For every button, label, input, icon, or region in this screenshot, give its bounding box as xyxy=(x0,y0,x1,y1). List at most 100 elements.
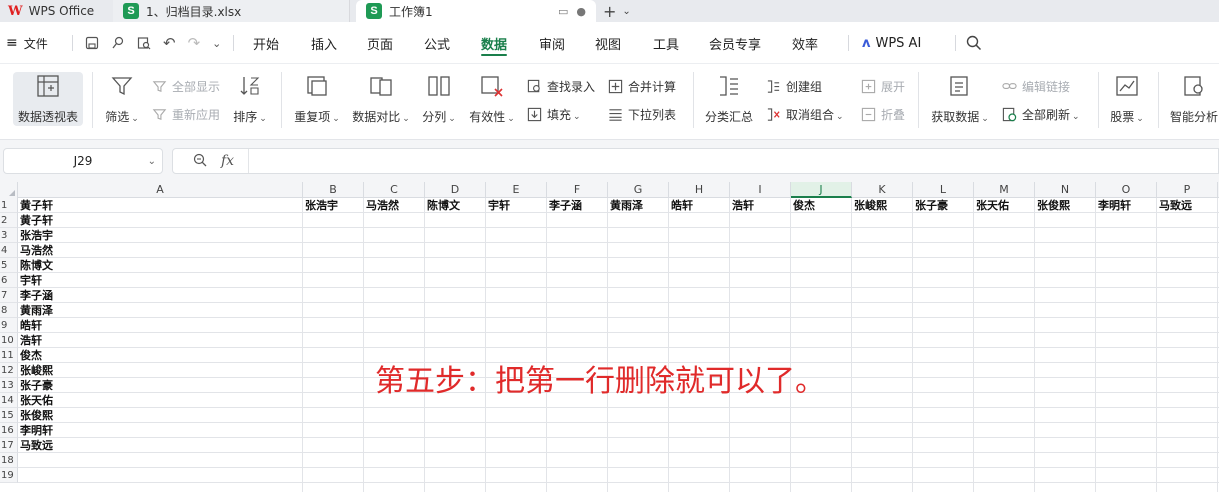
cell-o1[interactable]: 李明轩 xyxy=(1096,198,1157,213)
spreadsheet-grid[interactable]: ABCDEFGHIJKLMNOP 1 2 3 4 5 6 7 8 9 10 11 12 13 14 15 16… xyxy=(0,182,1219,492)
row-header-13[interactable]: 13 xyxy=(0,378,18,393)
row-header-18[interactable]: 18 xyxy=(0,453,18,468)
split-column-button[interactable]: 分列 ⌄ xyxy=(421,74,457,125)
cell-a2[interactable]: 黄子轩 xyxy=(18,213,303,228)
column-header-c[interactable]: C xyxy=(364,182,425,198)
expand-button[interactable]: 展开 xyxy=(861,78,905,95)
cell-i1[interactable]: 浩轩 xyxy=(730,198,791,213)
column-header-m[interactable]: M xyxy=(974,182,1035,198)
cell-a3[interactable]: 张浩宇 xyxy=(18,228,303,243)
cell-a15[interactable]: 张俊熙 xyxy=(18,408,303,423)
undo-icon[interactable]: ↶ xyxy=(163,34,176,52)
cell-e1[interactable]: 宇轩 xyxy=(486,198,547,213)
get-data-button[interactable]: 获取数据 ⌄ xyxy=(930,74,990,125)
cell-a5[interactable]: 陈博文 xyxy=(18,258,303,273)
zoom-search-icon[interactable] xyxy=(193,153,207,170)
stocks-button[interactable]: 股票 ⌄ xyxy=(1109,74,1145,125)
column-header-f[interactable]: F xyxy=(547,182,608,198)
filter-button[interactable]: 筛选 ⌄ xyxy=(103,74,141,125)
screen-icon[interactable]: ▭ xyxy=(558,5,568,18)
cell-d1[interactable]: 陈博文 xyxy=(425,198,486,213)
cell-b1[interactable]: 张浩宇 xyxy=(303,198,364,213)
cell-a4[interactable]: 马浩然 xyxy=(18,243,303,258)
menu-member[interactable]: 会员专享 xyxy=(709,22,761,64)
find-entry-button[interactable]: 查找录入 xyxy=(527,78,595,95)
column-header-b[interactable]: B xyxy=(303,182,364,198)
row-header-10[interactable]: 10 xyxy=(0,333,18,348)
print-preview-icon[interactable] xyxy=(137,36,151,50)
row-header-4[interactable]: 4 xyxy=(0,243,18,258)
chevron-down-icon[interactable]: ⌄ xyxy=(622,6,630,17)
dropdown-list-button[interactable]: 下拉列表 xyxy=(608,106,676,123)
cell-a16[interactable]: 李明轩 xyxy=(18,423,303,438)
column-header-i[interactable]: I xyxy=(730,182,791,198)
duplicates-button[interactable]: 重复项 ⌄ xyxy=(292,74,342,125)
chevron-down-icon[interactable]: ⌄ xyxy=(212,37,221,50)
row-header-9[interactable]: 9 xyxy=(0,318,18,333)
cell-a9[interactable]: 皓轩 xyxy=(18,318,303,333)
column-header-k[interactable]: K xyxy=(852,182,913,198)
cell-m1[interactable]: 张天佑 xyxy=(974,198,1035,213)
cell-a12[interactable]: 张峻熙 xyxy=(18,363,303,378)
menu-data[interactable]: 数据 xyxy=(481,22,508,64)
ungroup-button[interactable]: 取消组合 ⌄ xyxy=(766,106,844,123)
new-tab-plus-icon[interactable]: + xyxy=(603,2,616,21)
collapse-button[interactable]: 折叠 xyxy=(861,106,905,123)
menu-home[interactable]: 开始 xyxy=(253,22,279,64)
reapply-button[interactable]: 重新应用 xyxy=(152,106,220,123)
cell-a1[interactable]: 黄子轩 xyxy=(18,198,303,213)
menu-wps-ai[interactable]: ᴧ WPS AI xyxy=(862,22,921,64)
validity-button[interactable]: 有效性 ⌄ xyxy=(467,74,517,125)
sort-button[interactable]: 排序 ⌄ xyxy=(232,74,268,125)
cell-a8[interactable]: 黄雨泽 xyxy=(18,303,303,318)
show-all-button[interactable]: 全部显示 xyxy=(152,78,220,95)
cell-a17[interactable]: 马致远 xyxy=(18,438,303,453)
subtotal-button[interactable]: 分类汇总 xyxy=(704,74,754,125)
formula-input[interactable] xyxy=(248,149,1218,173)
redo-icon[interactable]: ↷ xyxy=(188,34,201,52)
cell-h1[interactable]: 皓轩 xyxy=(669,198,730,213)
column-header-o[interactable]: O xyxy=(1096,182,1157,198)
fill-button[interactable]: 填充 ⌄ xyxy=(527,106,581,123)
row-header-7[interactable]: 7 xyxy=(0,288,18,303)
cell-a6[interactable]: 宇轩 xyxy=(18,273,303,288)
pivot-table-button[interactable]: 数据透视表 xyxy=(13,72,83,126)
menu-review[interactable]: 审阅 xyxy=(539,22,565,64)
menu-formula[interactable]: 公式 xyxy=(424,22,450,64)
row-header-12[interactable]: 12 xyxy=(0,363,18,378)
column-header-h[interactable]: H xyxy=(669,182,730,198)
column-header-n[interactable]: N xyxy=(1035,182,1096,198)
row-header-2[interactable]: 2 xyxy=(0,213,18,228)
row-header-5[interactable]: 5 xyxy=(0,258,18,273)
cell-f1[interactable]: 李子涵 xyxy=(547,198,608,213)
row-header-15[interactable]: 15 xyxy=(0,408,18,423)
select-all-corner[interactable] xyxy=(0,182,18,198)
column-header-g[interactable]: G xyxy=(608,182,669,198)
cell-c1[interactable]: 马浩然 xyxy=(364,198,425,213)
file-menu[interactable]: 文件 xyxy=(24,35,48,52)
save-icon[interactable] xyxy=(85,36,99,50)
create-group-button[interactable]: 创建组 xyxy=(766,78,822,95)
column-header-a[interactable]: A xyxy=(18,182,303,198)
menu-insert[interactable]: 插入 xyxy=(311,22,337,64)
cell-a14[interactable]: 张天佑 xyxy=(18,393,303,408)
row-header-3[interactable]: 3 xyxy=(0,228,18,243)
cell-a11[interactable]: 俊杰 xyxy=(18,348,303,363)
hamburger-icon[interactable]: ≡ xyxy=(6,35,18,51)
menu-view[interactable]: 视图 xyxy=(595,22,621,64)
cell-k1[interactable]: 张峻熙 xyxy=(852,198,913,213)
chevron-down-icon[interactable]: ⌄ xyxy=(148,156,156,167)
row-header-19[interactable]: 19 xyxy=(0,468,18,483)
column-header-p[interactable]: P xyxy=(1157,182,1218,198)
tab-wps-office[interactable]: W WPS Office xyxy=(0,0,110,22)
data-compare-button[interactable]: 数据对比 ⌄ xyxy=(351,74,411,125)
cell-a10[interactable]: 浩轩 xyxy=(18,333,303,348)
row-header-8[interactable]: 8 xyxy=(0,303,18,318)
column-header-l[interactable]: L xyxy=(913,182,974,198)
row-header-6[interactable]: 6 xyxy=(0,273,18,288)
column-header-e[interactable]: E xyxy=(486,182,547,198)
refresh-all-button[interactable]: 全部刷新 ⌄ xyxy=(1002,106,1080,123)
cell-g1[interactable]: 黄雨泽 xyxy=(608,198,669,213)
cell-p1[interactable]: 马致远 xyxy=(1157,198,1218,213)
row-header-11[interactable]: 11 xyxy=(0,348,18,363)
